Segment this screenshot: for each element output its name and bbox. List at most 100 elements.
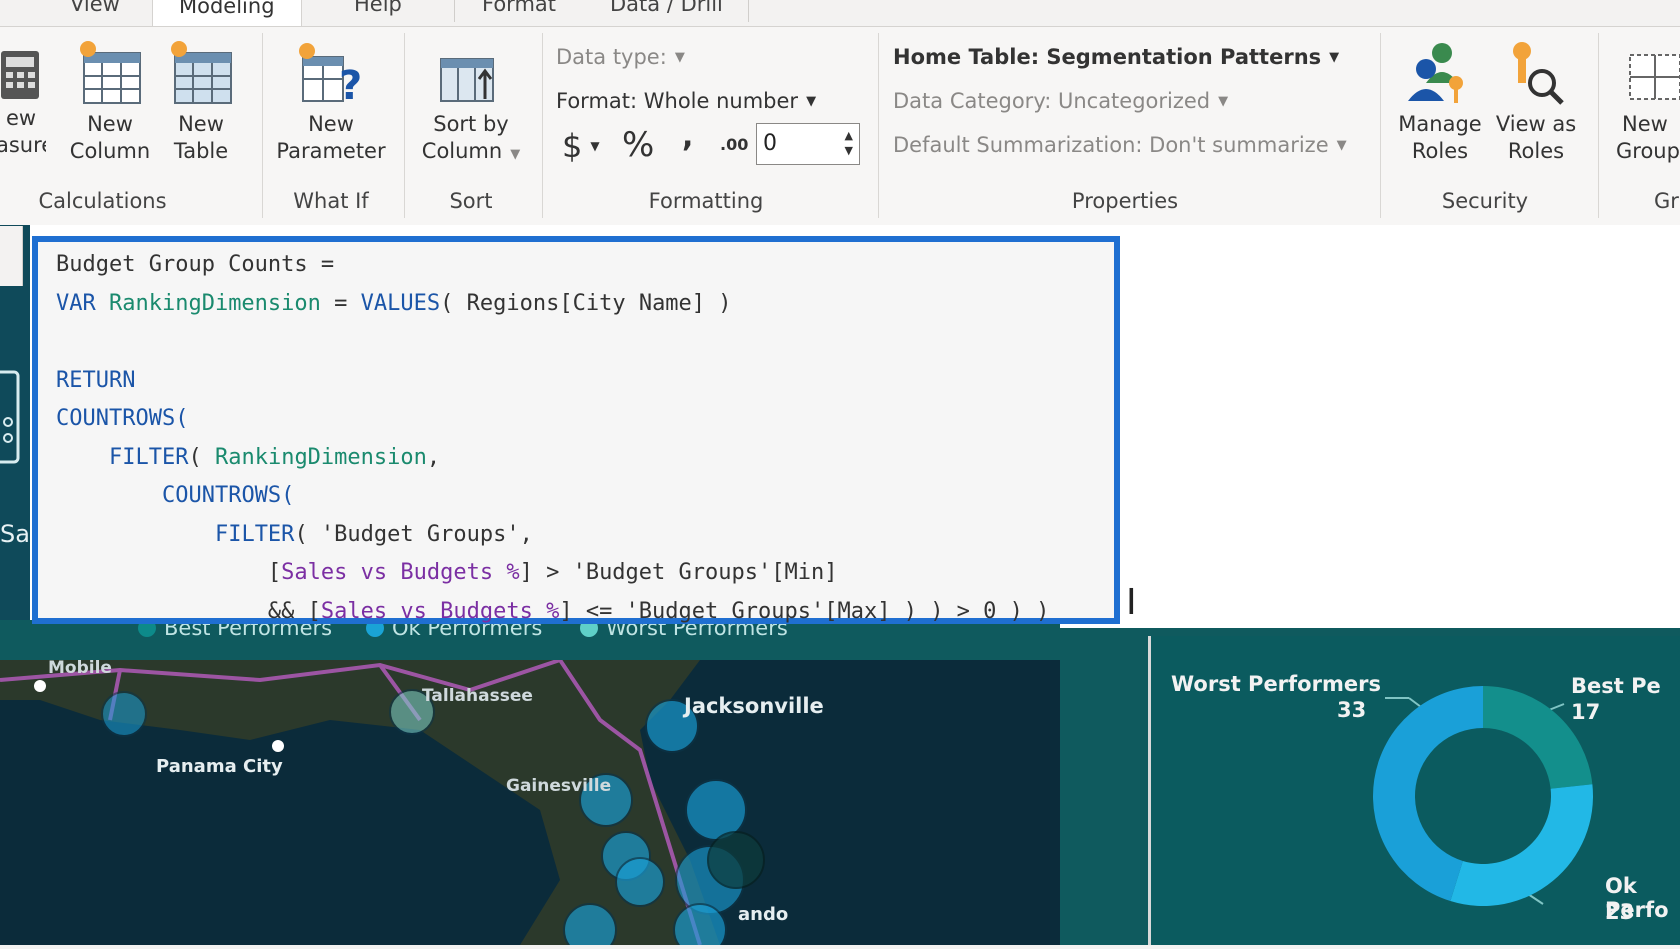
ribbon: ew asure New Column New Table Calculatio… [0, 26, 1680, 226]
chevron-down-icon: ▼ [806, 93, 817, 109]
new-table-label-1: New [178, 112, 224, 136]
measure-reference: Sales vs Budgets % [281, 560, 520, 585]
function-name: FILTER [214, 521, 295, 547]
code-text: ( Regions[City Name] ) [440, 290, 732, 316]
decimal-places-button[interactable]: .00 [720, 135, 748, 154]
sort-by-column-icon [440, 58, 494, 102]
new-parameter-label-2: Parameter [276, 139, 386, 163]
chevron-down-icon: ▼ [674, 49, 685, 65]
default-summarization-dropdown[interactable]: Default Summarization: Don't summarize ▼ [893, 133, 1347, 157]
donut-label-best-value: 17 [1571, 700, 1601, 724]
chevron-down-icon: ▼ [590, 139, 600, 153]
code-line: [Sales vs Budgets %] > 'Budget Groups'[M… [56, 560, 838, 585]
new-measure-button[interactable]: ew asure [0, 39, 46, 159]
code-text: && [ [267, 598, 321, 624]
data-type-dropdown[interactable]: Data type: ▼ [556, 45, 685, 69]
code-line: && [Sales vs Budgets %] <= 'Budget Group… [56, 599, 1049, 624]
tab-separator [748, 0, 749, 22]
new-table-button[interactable]: New Table [162, 39, 240, 165]
new-group-icon [1629, 54, 1680, 100]
keyword: VAR [56, 290, 109, 316]
new-parameter-label-1: New [308, 112, 354, 136]
groups-group-label: Gr [1654, 189, 1679, 213]
new-column-button[interactable]: New Column [64, 39, 156, 165]
code-text: ( 'Budget Groups', [294, 521, 533, 547]
properties-group-label: Properties [1071, 189, 1179, 213]
code-text: ] <= 'Budget Groups'[Max] ) ) > 0 ) ) [559, 598, 1050, 624]
dax-code[interactable]: Budget Group Counts = VAR RankingDimensi… [56, 246, 1049, 631]
variable-name: RankingDimension [214, 444, 427, 470]
new-column-label-1: New [87, 112, 133, 136]
data-category-dropdown[interactable]: Data Category: Uncategorized ▼ [893, 89, 1228, 113]
donut-slice[interactable] [1450, 784, 1593, 906]
tab-format[interactable]: Format [482, 0, 556, 16]
decimal-places-input[interactable] [761, 130, 825, 157]
code-text: , [426, 444, 441, 470]
currency-button[interactable]: $ ▼ [562, 127, 600, 165]
group-separator [262, 33, 263, 218]
code-line: Budget Group Counts = [56, 252, 334, 277]
format-dropdown[interactable]: Format: Whole number ▼ [556, 89, 816, 113]
donut-chart-visual[interactable]: Worst Performers 33 Best Pe 17 Ok Perfo … [1148, 636, 1680, 945]
code-text: ( [188, 444, 215, 470]
sort-by-column-button[interactable]: Sort by Column ▼ [412, 39, 530, 168]
manage-roles-label-1: Manage [1398, 112, 1482, 136]
left-panel-title: Sa [0, 520, 30, 548]
home-table-dropdown[interactable]: Home Table: Segmentation Patterns ▼ [893, 45, 1339, 69]
view-as-roles-label-2: Roles [1507, 139, 1565, 163]
view-as-roles-button[interactable]: View as Roles [1492, 39, 1580, 165]
manage-roles-button[interactable]: Manage Roles [1390, 39, 1490, 165]
calculations-group-label: Calculations [38, 189, 167, 213]
map-city-label: Mobile [48, 660, 112, 678]
tab-view[interactable]: View [70, 0, 120, 16]
group-separator [542, 33, 543, 218]
security-group-label: Security [1441, 189, 1529, 213]
home-table-label: Home Table: Segmentation Patterns [893, 45, 1322, 69]
percent-button[interactable]: % [622, 125, 654, 165]
new-parameter-button[interactable]: ? New Parameter [272, 39, 390, 165]
formatting-group-label: Formatting [648, 189, 764, 213]
dax-formula-editor[interactable]: Budget Group Counts = VAR RankingDimensi… [32, 236, 1120, 624]
left-top-tab [0, 226, 23, 286]
code-line: VAR RankingDimension = VALUES( Regions[C… [56, 291, 732, 316]
new-group-button[interactable]: New Group [1612, 39, 1680, 165]
new-table-icon [171, 41, 232, 104]
calculator-icon [1, 51, 39, 99]
tab-modeling[interactable]: Modeling [152, 0, 302, 27]
new-group-label-1: New [1622, 112, 1668, 136]
chevron-down-icon: ▼ [1336, 137, 1347, 153]
code-text: [ [267, 560, 282, 585]
data-category-label: Data Category: Uncategorized [893, 89, 1211, 113]
code-line: COUNTROWS( [56, 406, 188, 431]
decimal-places-icon: .00 [720, 135, 749, 154]
tab-data-drill[interactable]: Data / Drill [610, 0, 723, 16]
tab-help[interactable]: Help [354, 0, 402, 16]
stepper-arrows-icon[interactable]: ▲ ▼ [845, 128, 853, 158]
chevron-down-icon: ▼ [1329, 49, 1340, 65]
measure-reference: Sales vs Budgets % [320, 598, 560, 624]
what-if-group-label: What If [293, 189, 369, 213]
function-name: COUNTROWS( [56, 406, 189, 431]
map-city-label: ando [738, 904, 789, 925]
map-city-label: Tallahassee [422, 686, 533, 706]
function-name: COUNTROWS( [161, 483, 295, 508]
code-text: = [320, 290, 361, 316]
donut-label-ok-value: 23 [1605, 900, 1635, 924]
group-separator [878, 33, 879, 218]
measure-name: Budget Group Counts = [56, 252, 335, 277]
new-table-label-2: Table [173, 139, 229, 163]
code-text: ] > 'Budget Groups'[Min] [519, 560, 838, 585]
code-line: FILTER( 'Budget Groups', [56, 522, 533, 547]
leader-line [1548, 703, 1565, 711]
ribbon-tabs: View Modeling Help Format Data / Drill [0, 0, 1680, 27]
code-line: FILTER( RankingDimension, [56, 445, 440, 470]
format-label: Format: Whole number [556, 89, 799, 113]
map-visual[interactable]: Mobile Tallahassee Jacksonville Panama C… [0, 660, 1060, 945]
map-city-label: Jacksonville [684, 694, 824, 718]
donut-label-best-name: Best Pe [1571, 674, 1661, 698]
function-name: VALUES [360, 290, 441, 316]
comma-style-button[interactable]: , [682, 119, 693, 154]
sort-by-column-label-2: Column ▼ [412, 138, 530, 168]
new-parameter-icon: ? [299, 43, 362, 105]
decimal-places-stepper[interactable]: ▲▼ [756, 123, 860, 165]
